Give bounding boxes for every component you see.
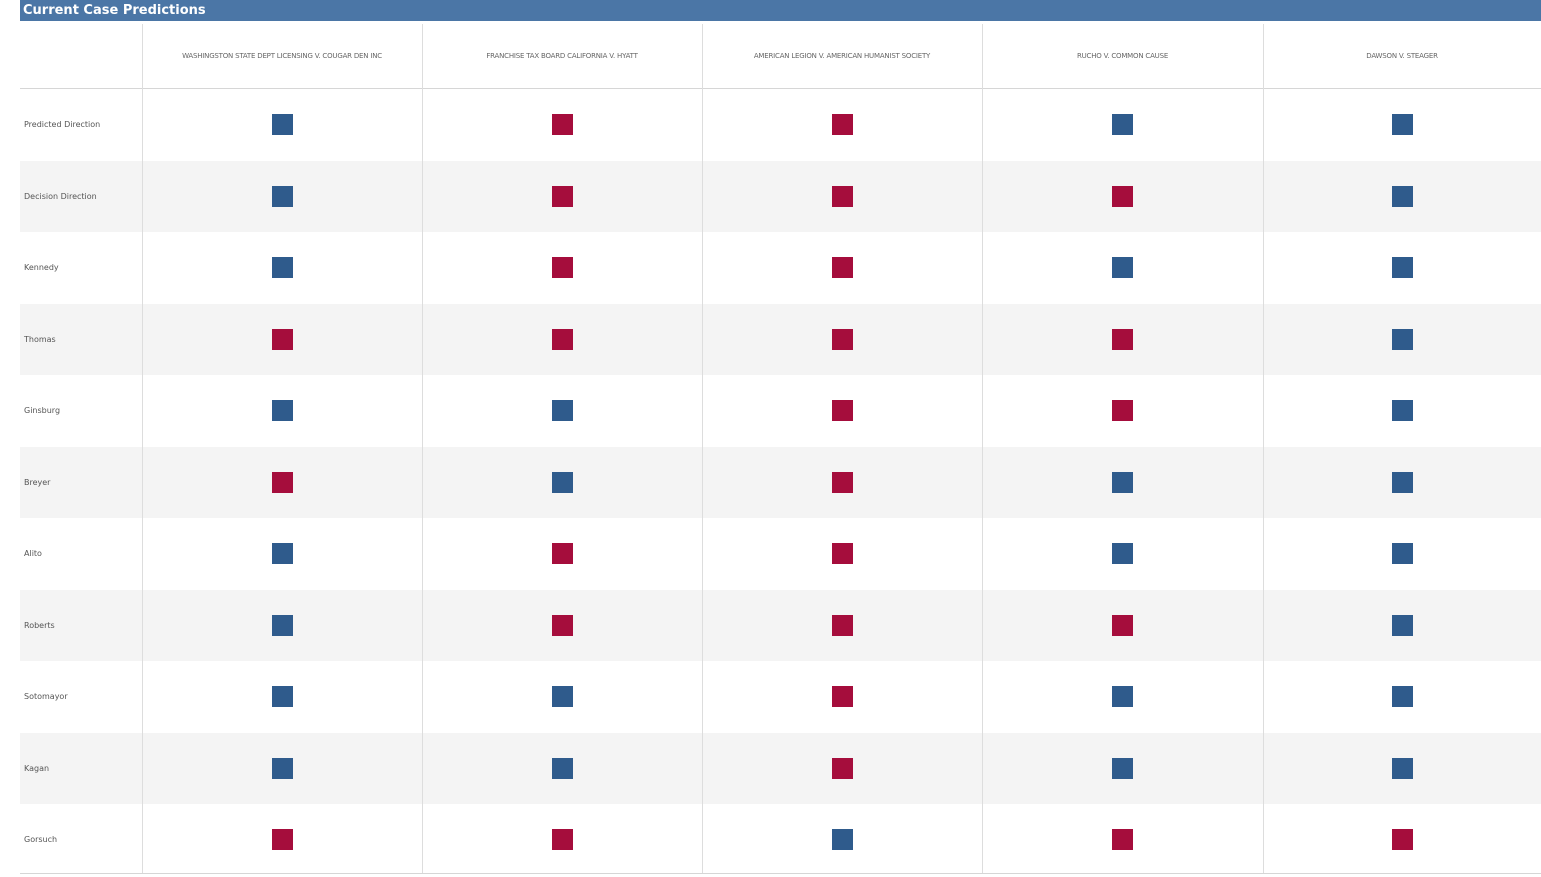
direction-mark-blue[interactable] xyxy=(1391,257,1413,279)
row-label: Gorsuch xyxy=(24,835,58,845)
direction-mark-blue[interactable] xyxy=(271,757,293,779)
row-label: Sotomayor xyxy=(24,692,68,702)
direction-mark-red[interactable] xyxy=(831,757,853,779)
direction-mark-red[interactable] xyxy=(551,185,573,207)
direction-mark-red[interactable] xyxy=(271,471,293,493)
column-header: WASHINGSTON STATE DEPT LICENSING V. COUG… xyxy=(182,52,382,60)
table-row: Kennedy xyxy=(20,232,1541,304)
direction-mark-blue[interactable] xyxy=(271,543,293,565)
direction-mark-blue[interactable] xyxy=(271,114,293,136)
direction-mark-red[interactable] xyxy=(551,114,573,136)
table-row: Kagan xyxy=(20,732,1541,804)
column-separator xyxy=(702,24,703,873)
table-row: Ginsburg xyxy=(20,375,1541,447)
table-row: Roberts xyxy=(20,589,1541,661)
direction-mark-red[interactable] xyxy=(831,614,853,636)
direction-mark-blue[interactable] xyxy=(1391,114,1413,136)
table-row: Thomas xyxy=(20,303,1541,375)
direction-mark-red[interactable] xyxy=(831,400,853,422)
direction-mark-blue[interactable] xyxy=(1391,686,1413,708)
direction-mark-red[interactable] xyxy=(831,114,853,136)
direction-mark-blue[interactable] xyxy=(551,757,573,779)
direction-mark-blue[interactable] xyxy=(1391,471,1413,493)
direction-mark-red[interactable] xyxy=(1112,614,1133,636)
direction-mark-red[interactable] xyxy=(551,829,573,851)
column-separator xyxy=(142,24,143,873)
dashboard-title: Current Case Predictions xyxy=(20,0,1541,21)
row-label: Kennedy xyxy=(24,263,59,273)
direction-mark-blue[interactable] xyxy=(1112,114,1133,136)
row-label: Breyer xyxy=(24,477,51,487)
direction-mark-blue[interactable] xyxy=(1391,400,1413,422)
column-header: FRANCHISE TAX BOARD CALIFORNIA V. HYATT xyxy=(486,52,638,60)
row-label: Ginsburg xyxy=(24,406,61,416)
direction-mark-blue[interactable] xyxy=(271,185,293,207)
direction-mark-blue[interactable] xyxy=(271,686,293,708)
direction-mark-red[interactable] xyxy=(551,257,573,279)
direction-mark-red[interactable] xyxy=(551,328,573,350)
direction-mark-blue[interactable] xyxy=(271,614,293,636)
direction-mark-red[interactable] xyxy=(1391,829,1413,851)
table-row: Gorsuch xyxy=(20,804,1541,876)
prediction-grid: WASHINGSTON STATE DEPT LICENSING V. COUG… xyxy=(20,24,1541,874)
direction-mark-red[interactable] xyxy=(551,543,573,565)
column-header: AMERICAN LEGION V. AMERICAN HUMANIST SOC… xyxy=(753,52,931,60)
direction-mark-red[interactable] xyxy=(831,471,853,493)
direction-mark-blue[interactable] xyxy=(831,829,853,851)
table-row: Breyer xyxy=(20,446,1541,518)
direction-mark-red[interactable] xyxy=(1112,328,1133,350)
direction-mark-blue[interactable] xyxy=(551,471,573,493)
direction-mark-blue[interactable] xyxy=(1391,757,1413,779)
direction-mark-blue[interactable] xyxy=(1112,757,1133,779)
row-label: Predicted Direction xyxy=(24,120,101,130)
column-separator xyxy=(422,24,423,873)
direction-mark-blue[interactable] xyxy=(1112,471,1133,493)
direction-mark-blue[interactable] xyxy=(1391,185,1413,207)
row-label: Roberts xyxy=(24,620,55,630)
direction-mark-red[interactable] xyxy=(1112,829,1133,851)
direction-mark-red[interactable] xyxy=(831,543,853,565)
direction-mark-red[interactable] xyxy=(271,328,293,350)
table-row: Decision Direction xyxy=(20,160,1541,232)
direction-mark-blue[interactable] xyxy=(551,686,573,708)
row-label: Alito xyxy=(24,549,42,559)
table-row: Alito xyxy=(20,518,1541,590)
table-row: Predicted Direction xyxy=(20,89,1541,161)
direction-mark-red[interactable] xyxy=(271,829,293,851)
direction-mark-blue[interactable] xyxy=(1391,614,1413,636)
direction-mark-red[interactable] xyxy=(831,686,853,708)
direction-mark-blue[interactable] xyxy=(271,257,293,279)
direction-mark-red[interactable] xyxy=(1112,185,1133,207)
column-header: DAWSON V. STEAGER xyxy=(1366,52,1438,60)
direction-mark-blue[interactable] xyxy=(1112,686,1133,708)
direction-mark-red[interactable] xyxy=(551,614,573,636)
column-separator xyxy=(982,24,983,873)
row-label: Thomas xyxy=(24,334,56,344)
direction-mark-blue[interactable] xyxy=(1391,328,1413,350)
direction-mark-blue[interactable] xyxy=(551,400,573,422)
column-separator xyxy=(1263,24,1264,873)
row-label: Decision Direction xyxy=(24,191,97,201)
direction-mark-red[interactable] xyxy=(831,328,853,350)
table-row: Sotomayor xyxy=(20,661,1541,733)
direction-mark-red[interactable] xyxy=(831,257,853,279)
direction-mark-blue[interactable] xyxy=(1112,257,1133,279)
direction-mark-red[interactable] xyxy=(1112,400,1133,422)
row-label: Kagan xyxy=(24,763,50,773)
direction-mark-blue[interactable] xyxy=(271,400,293,422)
bottom-divider xyxy=(20,873,1541,874)
column-header: RUCHO V. COMMON CAUSE xyxy=(1076,52,1169,60)
direction-mark-blue[interactable] xyxy=(1391,543,1413,565)
direction-mark-red[interactable] xyxy=(831,185,853,207)
direction-mark-blue[interactable] xyxy=(1112,543,1133,565)
column-headers: WASHINGSTON STATE DEPT LICENSING V. COUG… xyxy=(20,24,1541,88)
